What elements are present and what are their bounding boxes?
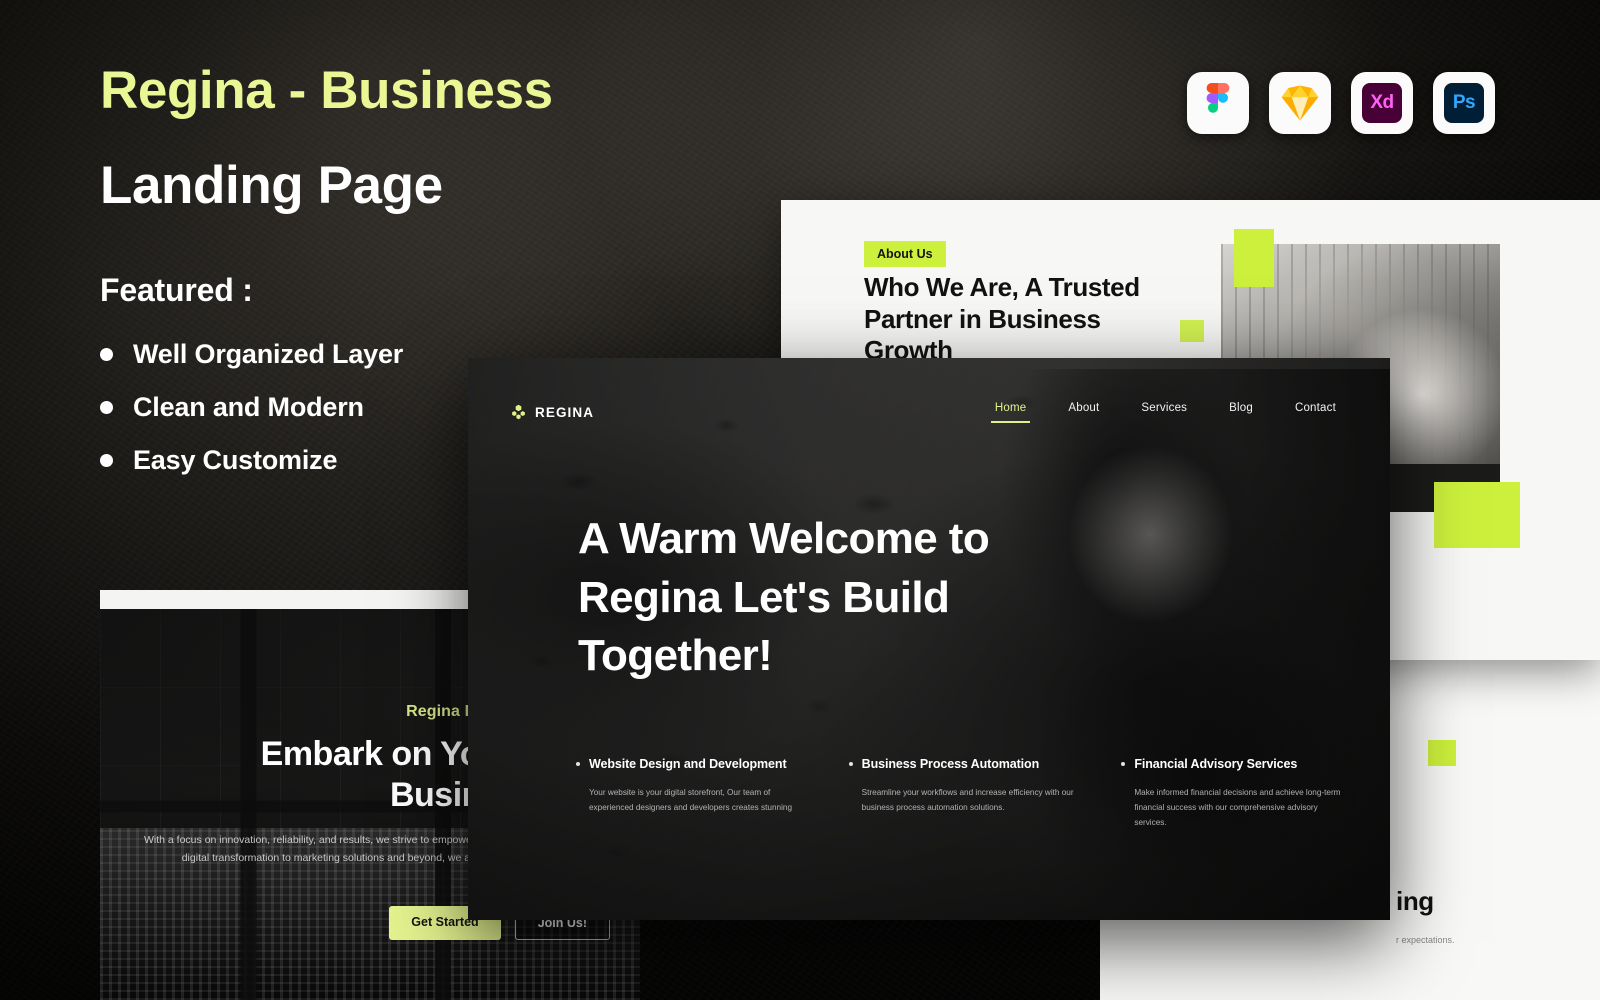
hero-feature-body: Streamline your workflows and increase e… [861,787,1074,812]
poster-canvas: Regina - Business Landing Page Featured … [0,0,1600,1000]
hero-feature-body: Make informed financial decisions and ac… [1134,787,1341,827]
bottom-right-heading: ing [1396,886,1434,916]
list-item: Well Organized Layer [100,339,720,370]
list-item: Easy Customize [100,445,720,476]
app-compatibility-badges: Xd Ps [1187,72,1495,134]
hero-feature-column: Business Process Automation Streamline y… [848,756,1080,830]
nav-link-about[interactable]: About [1068,402,1099,423]
about-heading: Who We Are, A Trusted Partner in Busines… [864,272,1140,366]
promo-title-accent: Regina - Business [100,61,553,120]
hero-feature-title: Website Design and Development [589,757,787,771]
featured-label: Featured : [100,272,253,309]
photoshop-icon: Ps [1444,83,1484,123]
hero-feature-heading: Financial Advisory Services [1121,756,1352,774]
promo-title-main: Landing Page [100,156,443,216]
hero-nav-links: Home About Services Blog Contact [990,402,1336,423]
hero-feature-columns: Website Design and Development Your webs… [576,756,1352,830]
sketch-icon [1281,85,1319,121]
bullet-icon [100,348,113,362]
nav-link-blog[interactable]: Blog [1229,402,1253,423]
hero-heading: A Warm Welcome to Regina Let's Build Tog… [578,510,1098,686]
adobe-xd-badge[interactable]: Xd [1351,72,1413,134]
accent-square [1434,482,1520,548]
figma-badge[interactable] [1187,72,1249,134]
list-item: Clean and Modern [100,392,720,423]
feature-text: Clean and Modern [133,392,364,423]
nav-link-services[interactable]: Services [1141,402,1187,423]
hero-heading-line-1: A Warm Welcome to [578,514,990,563]
accent-square [1234,229,1274,287]
hero-feature-column: Financial Advisory Services Make informe… [1121,756,1352,830]
hero-feature-heading: Website Design and Development [576,756,807,774]
hero-feature-body: Your website is your digital storefront,… [589,787,793,812]
nav-link-home[interactable]: Home [990,402,1031,423]
about-tag: About Us [864,241,946,267]
bullet-icon [100,454,113,468]
bullet-icon [1121,762,1126,766]
figma-icon [1206,83,1230,113]
bullet-icon [576,762,580,766]
hero-feature-heading: Business Process Automation [848,756,1080,774]
bottom-right-body: r expectations. [1396,935,1455,945]
hero-feature-column: Website Design and Development Your webs… [576,756,807,830]
featured-list: Well Organized Layer Clean and Modern Ea… [100,339,720,476]
hero-heading-line-3: Together! [578,631,773,681]
adobe-xd-icon: Xd [1362,83,1402,123]
hero-heading-line-2: Regina Let's Build [578,572,950,622]
feature-text: Easy Customize [133,445,338,476]
sketch-badge[interactable] [1269,72,1331,134]
accent-square [1428,740,1456,766]
accent-square [1180,320,1204,342]
bullet-icon [848,762,853,766]
nav-link-contact[interactable]: Contact [1295,402,1336,423]
promo-column: Regina - Business Landing Page Featured … [100,62,720,498]
hero-feature-title: Business Process Automation [861,757,1040,771]
bullet-icon [100,401,113,415]
photoshop-badge[interactable]: Ps [1433,72,1495,134]
feature-text: Well Organized Layer [133,339,404,370]
hero-feature-title: Financial Advisory Services [1134,757,1298,771]
divider-bar [100,590,470,609]
